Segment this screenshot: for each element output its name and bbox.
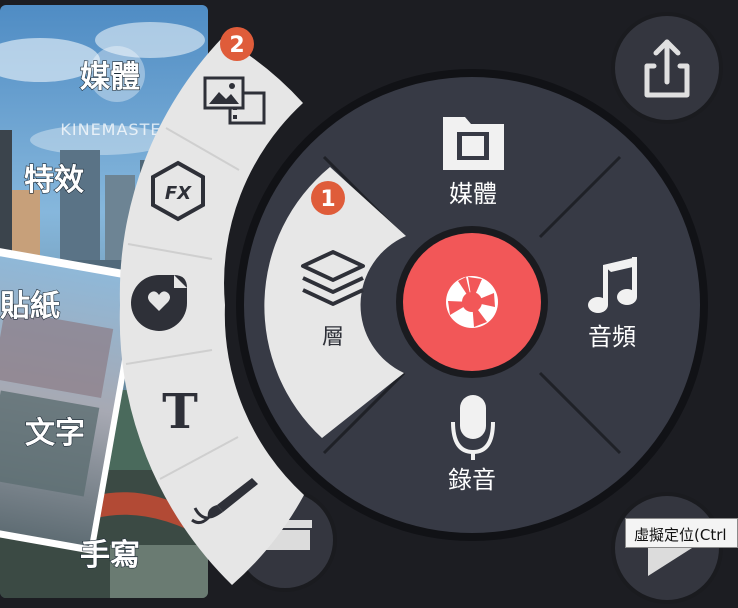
side-label-handwriting: 手寫: [80, 538, 140, 573]
badge-step-1: 1: [311, 181, 345, 215]
wheel-record-label: 錄音: [448, 466, 496, 494]
side-label-stickers: 貼紙: [0, 289, 60, 324]
badge-step-2-text: 2: [229, 33, 244, 58]
wheel-layer-label: 層: [322, 325, 344, 350]
side-label-effects: 特效: [24, 163, 84, 198]
text-t-icon: T: [162, 384, 198, 440]
virtual-positioning-tooltip: 虛擬定位(Ctrl: [625, 518, 738, 548]
wheel-media-button[interactable]: 媒體: [443, 117, 504, 208]
wheel-media-label: 媒體: [449, 180, 497, 208]
svg-text:FX: FX: [165, 183, 192, 204]
menu-text-layer[interactable]: T: [162, 384, 198, 440]
record-center-button[interactable]: [396, 226, 548, 378]
side-label-text: 文字: [25, 416, 85, 451]
camera-shutter-icon: [446, 276, 498, 328]
sticker-heart-icon: [131, 274, 187, 331]
wheel-audio-label: 音頻: [588, 323, 636, 351]
folder-film-icon: [443, 117, 504, 170]
menu-sticker-layer[interactable]: [131, 274, 187, 331]
share-button[interactable]: [611, 12, 723, 124]
play-button[interactable]: [611, 492, 723, 604]
badge-step-2: 2: [220, 27, 254, 61]
side-label-media: 媒體: [80, 60, 140, 95]
badge-step-1-text: 1: [320, 187, 335, 212]
